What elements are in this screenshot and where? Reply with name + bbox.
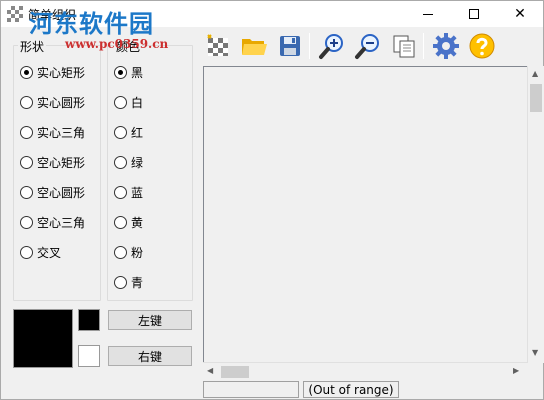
new-canvas-icon xyxy=(207,34,228,56)
toolbar xyxy=(201,29,541,63)
zoom-in-icon xyxy=(319,34,343,59)
vertical-scroll-thumb[interactable] xyxy=(530,84,542,112)
left-key-button[interactable]: 左键 xyxy=(108,310,192,330)
minimize-button[interactable] xyxy=(405,1,451,27)
shape-option[interactable]: 空心三角 xyxy=(20,213,85,231)
color-option[interactable]: 青 xyxy=(114,273,143,291)
horizontal-scroll-thumb[interactable] xyxy=(221,366,249,378)
save-button[interactable] xyxy=(275,31,305,61)
toolbar-separator xyxy=(423,33,424,59)
color-option[interactable]: 黑 xyxy=(114,63,143,81)
shape-group-label: 形状 xyxy=(18,38,47,55)
open-folder-icon xyxy=(242,39,267,55)
zoom-out-button[interactable] xyxy=(353,31,383,61)
copy-pages-icon xyxy=(393,35,415,58)
radio-icon xyxy=(114,185,127,199)
current-color-preview xyxy=(13,309,73,368)
shape-option[interactable]: 实心矩形 xyxy=(20,63,85,81)
scroll-left-icon[interactable]: ◀ xyxy=(207,366,213,375)
help-button[interactable] xyxy=(467,31,497,61)
radio-icon xyxy=(20,125,33,139)
minimize-icon xyxy=(423,13,433,15)
shape-option[interactable]: 实心三角 xyxy=(20,123,85,141)
radio-selected-icon xyxy=(20,65,33,79)
close-button[interactable]: ✕ xyxy=(497,1,543,27)
color-option[interactable]: 白 xyxy=(114,93,143,111)
color-option[interactable]: 粉 xyxy=(114,243,143,261)
radio-icon xyxy=(114,95,127,109)
scroll-down-icon[interactable]: ▼ xyxy=(532,348,538,357)
horizontal-scrollbar[interactable]: ◀ ▶ xyxy=(203,362,527,379)
settings-button[interactable] xyxy=(431,31,461,61)
open-button[interactable] xyxy=(239,31,269,61)
radio-icon xyxy=(114,275,127,289)
main-window: 简单组织 ✕ 河东软件园 www.pc0359.cn 形状 实心矩形 实心圆形 … xyxy=(0,0,544,400)
status-left-panel xyxy=(203,381,299,398)
scroll-right-icon[interactable]: ▶ xyxy=(513,366,519,375)
radio-icon xyxy=(20,185,33,199)
vertical-scrollbar[interactable]: ▲ ▼ xyxy=(527,66,544,363)
copy-button[interactable] xyxy=(389,31,419,61)
radio-icon xyxy=(114,125,127,139)
app-checkerboard-icon xyxy=(7,6,23,22)
radio-selected-icon xyxy=(114,65,127,79)
color-groupbox: 颜色 黑 白 红 绿 蓝 黄 粉 青 xyxy=(107,38,193,301)
status-coordinates: (Out of range) xyxy=(303,381,399,398)
shape-option[interactable]: 实心圆形 xyxy=(20,93,85,111)
radio-icon xyxy=(114,215,127,229)
color-option[interactable]: 红 xyxy=(114,123,143,141)
zoom-in-button[interactable] xyxy=(317,31,347,61)
shape-option[interactable]: 空心矩形 xyxy=(20,153,85,171)
radio-icon xyxy=(20,215,33,229)
help-icon xyxy=(469,33,495,59)
title-bar: 简单组织 ✕ xyxy=(1,1,543,27)
new-canvas-button[interactable] xyxy=(203,31,233,61)
color-option[interactable]: 绿 xyxy=(114,153,143,171)
settings-gear-icon xyxy=(433,33,459,59)
right-key-color-swatch[interactable] xyxy=(78,345,100,367)
window-title: 简单组织 xyxy=(28,8,77,22)
maximize-button[interactable] xyxy=(451,1,497,27)
shape-option[interactable]: 空心圆形 xyxy=(20,183,85,201)
zoom-out-icon xyxy=(355,34,379,59)
radio-icon xyxy=(20,95,33,109)
toolbar-separator xyxy=(309,33,310,59)
radio-icon xyxy=(114,245,127,259)
color-option[interactable]: 蓝 xyxy=(114,183,143,201)
radio-icon xyxy=(114,155,127,169)
right-key-button[interactable]: 右键 xyxy=(108,346,192,366)
scroll-up-icon[interactable]: ▲ xyxy=(532,69,538,78)
save-disk-icon xyxy=(280,36,300,56)
shape-groupbox: 形状 实心矩形 实心圆形 实心三角 空心矩形 空心圆形 空心三角 交叉 xyxy=(13,38,101,301)
drawing-canvas[interactable] xyxy=(203,66,528,363)
radio-icon xyxy=(20,155,33,169)
left-key-color-swatch[interactable] xyxy=(78,309,100,331)
color-group-label: 颜色 xyxy=(114,38,143,55)
color-option[interactable]: 黄 xyxy=(114,213,143,231)
shape-option[interactable]: 交叉 xyxy=(20,243,61,261)
radio-icon xyxy=(20,245,33,259)
maximize-icon xyxy=(469,9,479,19)
